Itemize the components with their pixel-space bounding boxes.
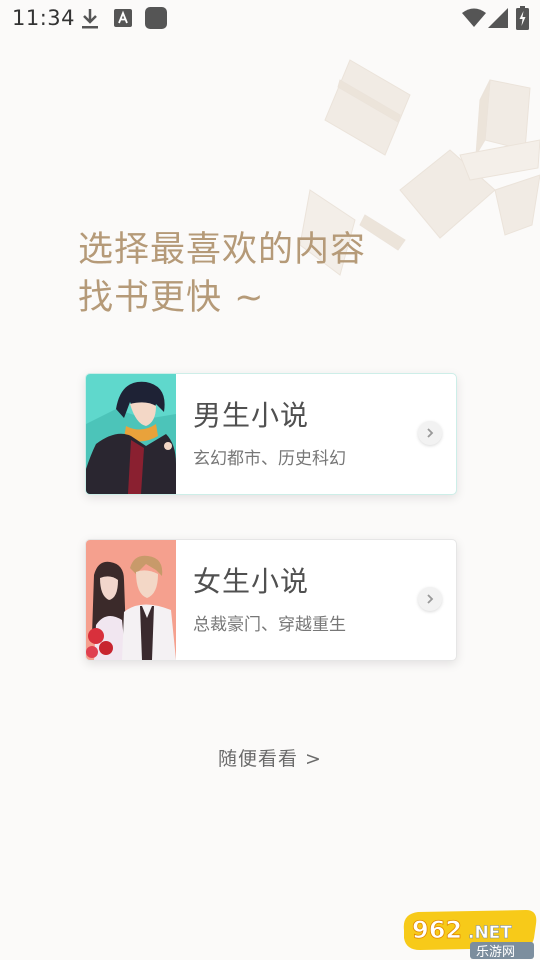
battery-charging-icon — [516, 6, 529, 30]
onboarding-screen: 11:34 选择最喜欢的内容 找书更快 ~ 男生小说 玄幻都市、历史科幻 女生小… — [0, 0, 540, 960]
male-novel-cover-illustration — [86, 374, 176, 494]
svg-text:.NET: .NET — [468, 923, 512, 943]
cell-signal-icon — [488, 8, 508, 28]
card-subtitle: 玄幻都市、历史科幻 — [193, 449, 346, 469]
svg-text:乐游网: 乐游网 — [476, 945, 515, 960]
site-watermark-logo: 962 .NET 乐游网 — [403, 910, 537, 960]
headline: 选择最喜欢的内容 找书更快 ~ — [78, 226, 366, 322]
app-square-icon — [145, 7, 167, 29]
status-time: 11:34 — [12, 6, 76, 30]
browse-randomly-link[interactable]: 随便看看 > — [0, 744, 540, 771]
female-novels-card[interactable]: 女生小说 总裁豪门、穿越重生 — [85, 539, 457, 661]
headline-line-2: 找书更快 ~ — [78, 278, 265, 318]
male-novels-card[interactable]: 男生小说 玄幻都市、历史科幻 — [85, 373, 457, 495]
status-bar: 11:34 — [0, 0, 540, 36]
a-notification-icon — [114, 9, 132, 27]
card-title: 女生小说 — [193, 565, 310, 598]
chevron-right-icon[interactable] — [418, 421, 442, 445]
wifi-icon — [462, 8, 486, 27]
card-title: 男生小说 — [193, 399, 310, 432]
card-subtitle: 总裁豪门、穿越重生 — [193, 615, 346, 635]
svg-text:962: 962 — [412, 916, 462, 944]
chevron-right-icon[interactable] — [418, 587, 442, 611]
female-novel-cover-illustration — [86, 540, 176, 660]
headline-line-1: 选择最喜欢的内容 — [78, 230, 367, 270]
download-icon — [82, 9, 98, 29]
